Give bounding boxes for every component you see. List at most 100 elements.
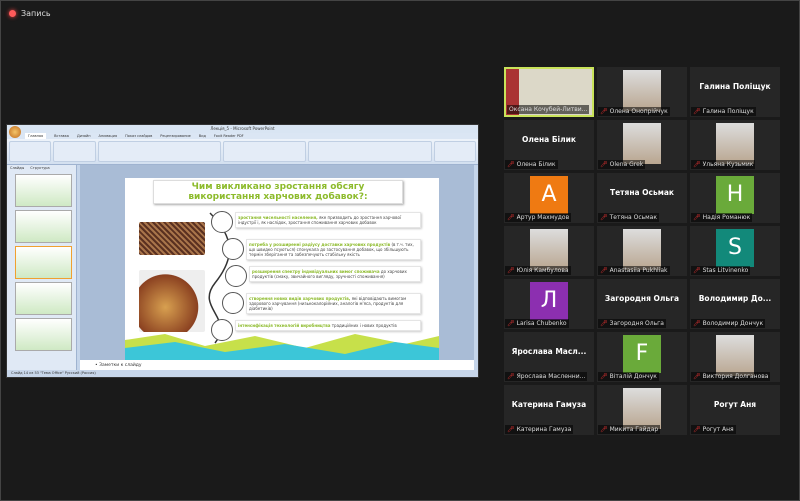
ribbon-group[interactable]	[53, 141, 96, 162]
ribbon-group[interactable]	[223, 141, 307, 162]
participant-display-name: Володимир До...	[698, 294, 772, 303]
participant-name: Olena Grek	[609, 161, 644, 168]
participant-name: Катерина Гамуза	[516, 426, 572, 433]
slide-thumbnail[interactable]	[15, 318, 72, 351]
participant-name: Stas Litvinenko	[702, 267, 749, 274]
mic-muted-icon: 🎤︎	[693, 161, 701, 168]
decorative-wave	[125, 334, 439, 360]
participant-tile[interactable]: Володимир До... 🎤︎ Володимир Дончук	[690, 279, 780, 329]
participant-tile[interactable]: 🎤︎ Виктория Долганова	[690, 332, 780, 382]
recording-indicator[interactable]: Запись	[9, 9, 51, 18]
mic-muted-icon: 🎤︎	[600, 267, 608, 274]
ribbon-tab[interactable]: Рецензирование	[160, 133, 191, 139]
participant-label: 🎤︎ Виктория Долганова	[691, 372, 771, 381]
timeline-circle	[222, 292, 244, 314]
tab-slides[interactable]: Слайды	[10, 166, 24, 170]
participant-tile[interactable]: F 🎤︎ Віталій Дончук	[597, 332, 687, 382]
participant-tile[interactable]: Л 🎤︎ Larisa Chubenko	[504, 279, 594, 329]
participant-label: 🎤︎ Larisa Chubenko	[505, 319, 569, 328]
mic-muted-icon: 🎤︎	[693, 373, 701, 380]
slide-thumbnail[interactable]	[15, 246, 72, 279]
mic-muted-icon: 🎤︎	[507, 161, 515, 168]
participant-display-name: Галина Поліщук	[699, 82, 771, 91]
mic-muted-icon: 🎤︎	[507, 426, 515, 433]
ribbon-tab[interactable]: Вид	[199, 133, 206, 139]
participant-name: Anastasiia Pukhliak	[609, 267, 668, 274]
participant-label: 🎤︎ Olena Grek	[598, 160, 646, 169]
participant-display-name: Катерина Гамуза	[511, 400, 587, 409]
mic-muted-icon: 🎤︎	[693, 320, 701, 327]
participant-label: 🎤︎ Рогут Аня	[691, 425, 736, 434]
status-bar: Слайд 14 из 53 "Тема Office" Русский (Ро…	[7, 370, 478, 377]
participant-name: Надія Романюк	[702, 214, 751, 221]
participant-tile[interactable]: Рогут Аня 🎤︎ Рогут Аня	[690, 385, 780, 435]
ribbon-group[interactable]	[308, 141, 432, 162]
participant-tile[interactable]: 🎤︎ Микита Гайдар	[597, 385, 687, 435]
participant-name: Юлія Камбулова	[516, 267, 569, 274]
participant-label: 🎤︎ Загородня Ольга	[598, 319, 666, 328]
participant-tile[interactable]: Олена Білик 🎤︎ Олена Білик	[504, 120, 594, 170]
participant-display-name: Олена Білик	[522, 135, 576, 144]
participant-name: Ярослава Масленни...	[516, 373, 586, 380]
participant-name: Виктория Долганова	[702, 373, 769, 380]
participant-label: 🎤︎ Ульяна Кузьмик	[691, 160, 756, 169]
participant-video	[623, 70, 661, 111]
ribbon-tab[interactable]: Главная	[25, 133, 47, 139]
slide-bullet: створення нових видів харчових продуктів…	[246, 293, 421, 314]
participant-tile[interactable]: Загородня Ольга 🎤︎ Загородня Ольга	[597, 279, 687, 329]
participant-tile[interactable]: Оксана Кочубей-Литви...	[504, 67, 594, 117]
participant-tile[interactable]: 🎤︎ Олена Онопрійчук	[597, 67, 687, 117]
window-title: Лекція_5 - Microsoft PowerPoint	[210, 126, 275, 131]
slide-thumbnail[interactable]	[15, 282, 72, 315]
mic-muted-icon: 🎤︎	[507, 320, 515, 327]
participant-tile[interactable]: S 🎤︎ Stas Litvinenko	[690, 226, 780, 276]
mic-muted-icon: 🎤︎	[600, 426, 608, 433]
slide[interactable]: Чим викликано зростання обсягу використа…	[125, 178, 439, 360]
ribbon-tab[interactable]: Foxit Reader PDF	[214, 133, 244, 139]
participant-avatar: A	[530, 176, 568, 214]
participant-name: Артур Махмудов	[516, 214, 570, 221]
slide-bullet: зростання чисельності населення, яке при…	[235, 212, 421, 228]
office-button-icon[interactable]	[9, 126, 21, 138]
participant-tile[interactable]: H 🎤︎ Надія Романюк	[690, 173, 780, 223]
participant-video	[623, 123, 661, 164]
ribbon-tab[interactable]: Анимация	[99, 133, 118, 139]
timeline-circle	[222, 238, 244, 260]
ribbon-tab[interactable]: Дизайн	[77, 133, 91, 139]
slides-panel: Слайды Структура	[7, 165, 77, 372]
participant-label: 🎤︎ Тетяна Осьмак	[598, 213, 659, 222]
participant-tile[interactable]: Катерина Гамуза 🎤︎ Катерина Гамуза	[504, 385, 594, 435]
participant-video	[716, 123, 754, 164]
tab-outline[interactable]: Структура	[30, 166, 49, 170]
ribbon-tab[interactable]: Показ слайдов	[125, 133, 152, 139]
participant-tile[interactable]: 🎤︎ Anastasiia Pukhliak	[597, 226, 687, 276]
participant-tile[interactable]: Тетяна Осьмак 🎤︎ Тетяна Осьмак	[597, 173, 687, 223]
participant-display-name: Тетяна Осьмак	[609, 188, 675, 197]
ribbon-group[interactable]	[9, 141, 52, 162]
mic-muted-icon: 🎤︎	[600, 108, 608, 115]
participant-name: Загородня Ольга	[609, 320, 664, 327]
participant-tile[interactable]: 🎤︎ Юлія Камбулова	[504, 226, 594, 276]
ribbon-tab[interactable]: Вставка	[54, 133, 69, 139]
participant-tile[interactable]: Галина Поліщук 🎤︎ Галина Поліщук	[690, 67, 780, 117]
participant-video	[623, 388, 661, 429]
ribbon-group[interactable]	[97, 141, 222, 162]
notes-placeholder: Заметки к слайду	[99, 363, 142, 368]
participant-display-name: Загородня Ольга	[604, 294, 680, 303]
slide-thumbnail[interactable]	[15, 174, 72, 207]
mic-muted-icon: 🎤︎	[507, 373, 515, 380]
mic-muted-icon: 🎤︎	[600, 320, 608, 327]
participant-tile[interactable]: 🎤︎ Olena Grek	[597, 120, 687, 170]
participant-tile[interactable]: Ярослава Масл... 🎤︎ Ярослава Масленни...	[504, 332, 594, 382]
participant-tile[interactable]: A 🎤︎ Артур Махмудов	[504, 173, 594, 223]
participant-name: Володимир Дончук	[702, 320, 764, 327]
mic-muted-icon: 🎤︎	[600, 161, 608, 168]
participant-name: Оксана Кочубей-Литви...	[509, 106, 588, 113]
food-image	[139, 270, 205, 332]
ribbon-group[interactable]	[433, 141, 476, 162]
mic-muted-icon: 🎤︎	[693, 214, 701, 221]
participant-tile[interactable]: 🎤︎ Ульяна Кузьмик	[690, 120, 780, 170]
slide-bullet: потреба у розширенні радіусу доставки ха…	[246, 239, 421, 260]
participant-name: Ульяна Кузьмик	[702, 161, 754, 168]
slide-thumbnail[interactable]	[15, 210, 72, 243]
